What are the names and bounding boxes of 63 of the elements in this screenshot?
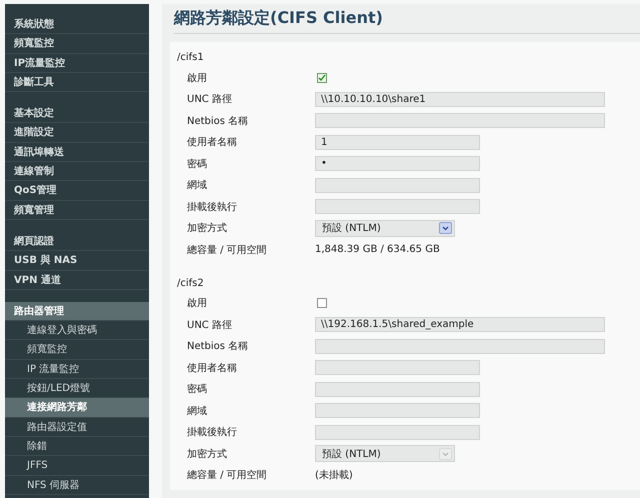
input-field[interactable] bbox=[315, 382, 480, 397]
field-label: Netbios 名稱 bbox=[186, 340, 250, 354]
submenu-item[interactable]: 路由器設定值 bbox=[5, 418, 149, 437]
submenu-item[interactable]: JFFS bbox=[5, 456, 149, 476]
field-label: 啟用 bbox=[186, 72, 208, 85]
menu-item[interactable]: 頻寬管理 bbox=[5, 200, 149, 220]
input-field[interactable] bbox=[315, 199, 480, 214]
checkbox[interactable] bbox=[317, 72, 327, 83]
menu-item[interactable]: 連線管制 bbox=[5, 162, 149, 182]
field-label: UNC 路徑 bbox=[186, 318, 233, 332]
input-field[interactable] bbox=[315, 178, 480, 193]
section-title: /cifs2 bbox=[177, 276, 205, 290]
submenu-item[interactable]: 頻寬監控 bbox=[5, 340, 149, 360]
input-field[interactable] bbox=[315, 403, 480, 418]
submenu-item[interactable]: 連線登入與密碼 bbox=[5, 321, 149, 340]
menu-item[interactable]: VPN 通道 bbox=[5, 270, 149, 290]
input-field[interactable] bbox=[315, 338, 605, 354]
input-field[interactable] bbox=[315, 113, 605, 128]
field-label: Netbios 名稱 bbox=[186, 114, 250, 128]
field-label: 加密方式 bbox=[186, 448, 228, 461]
field-label: 密碼 bbox=[186, 382, 208, 396]
menu-item[interactable]: 進階設定 bbox=[5, 123, 149, 143]
input-field[interactable]: 1 bbox=[315, 134, 480, 150]
capacity-text: (未掛載) bbox=[315, 468, 353, 482]
page-title: 網路芳鄰設定(CIFS Client) bbox=[174, 8, 383, 29]
field-label: 啟用 bbox=[186, 297, 208, 310]
menu-item[interactable]: 頻寬監控 bbox=[5, 34, 149, 54]
field-label: 掛載後執行 bbox=[186, 426, 238, 440]
field-label: 密碼 bbox=[186, 158, 208, 171]
caret-icon bbox=[439, 448, 452, 460]
input-field[interactable]: \\10.10.10.10\share1 bbox=[315, 92, 605, 107]
input-field[interactable]: \\192.168.1.5\shared_example bbox=[315, 317, 605, 332]
field-label: 加密方式 bbox=[186, 222, 228, 236]
submenu-item[interactable]: 連接網路芳鄰 bbox=[5, 398, 149, 418]
menu-item[interactable]: IP流量監控 bbox=[5, 54, 149, 73]
dropdown: 預設 (NTLM) bbox=[315, 445, 455, 462]
field-label: UNC 路徑 bbox=[186, 93, 233, 106]
menu-item[interactable]: 診斷工具 bbox=[5, 72, 149, 92]
submenu-item[interactable]: NFS 伺服器 bbox=[5, 476, 149, 495]
submenu-item[interactable]: 除錯 bbox=[5, 436, 149, 456]
field-label: 使用者名稱 bbox=[186, 136, 238, 150]
submenu-item[interactable]: IP 流量監控 bbox=[5, 360, 149, 380]
input-field[interactable] bbox=[315, 424, 480, 440]
caret-icon bbox=[439, 222, 452, 234]
capacity-text: 1,848.39 GB / 634.65 GB bbox=[315, 244, 440, 256]
field-label: 網域 bbox=[186, 404, 208, 418]
field-label: 掛載後執行 bbox=[186, 200, 238, 214]
menu-item[interactable]: 網頁認證 bbox=[5, 232, 149, 252]
field-label: 總容量 / 可用空間 bbox=[186, 244, 268, 257]
input-field[interactable] bbox=[315, 360, 480, 376]
menu-item[interactable]: QoS管理 bbox=[5, 181, 149, 201]
menu-item[interactable]: 系統狀態 bbox=[5, 15, 149, 34]
field-label: 總容量 / 可用空間 bbox=[186, 468, 268, 482]
menu-item[interactable]: 路由器管理 bbox=[5, 302, 149, 322]
dropdown[interactable]: 預設 (NTLM) bbox=[315, 220, 455, 237]
field-label: 網域 bbox=[186, 178, 208, 192]
field-label: 使用者名稱 bbox=[186, 362, 238, 375]
menu-item[interactable]: 基本設定 bbox=[5, 104, 149, 124]
section-title: /cifs1 bbox=[177, 51, 205, 65]
menu-item[interactable]: USB 與 NAS bbox=[5, 251, 149, 271]
menu-item[interactable]: 通訊埠轉送 bbox=[5, 142, 149, 162]
checkbox[interactable] bbox=[317, 298, 327, 308]
input-field[interactable]: • bbox=[315, 156, 480, 172]
